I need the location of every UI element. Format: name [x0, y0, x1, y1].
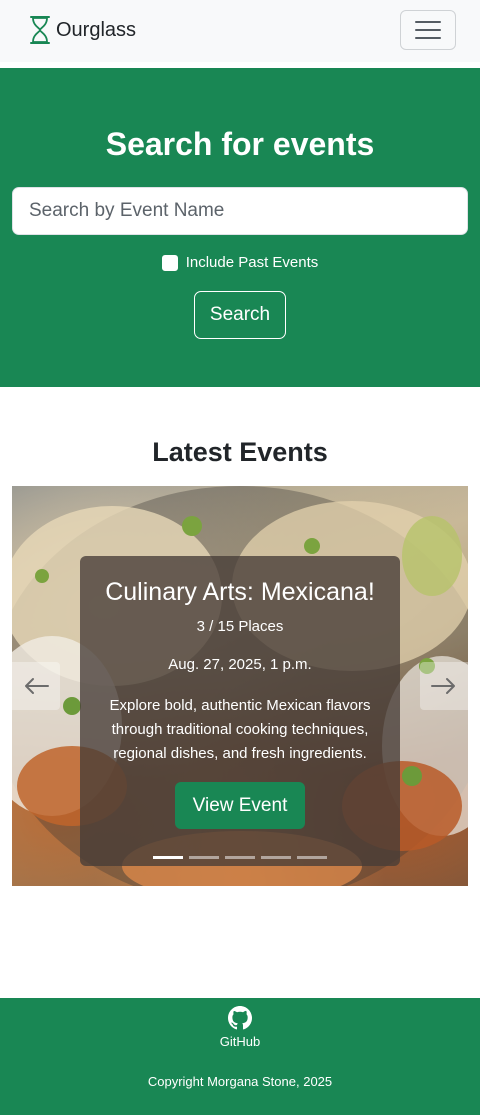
- event-description: Explore bold, authentic Mexican flavors …: [109, 697, 371, 762]
- footer: GitHub Copyright Morgana Stone, 2025: [0, 998, 480, 1115]
- navbar: Ourglass: [0, 0, 480, 62]
- events-carousel: Culinary Arts: Mexicana! 3 / 15 Places A…: [12, 486, 468, 886]
- carousel-prev-button[interactable]: [12, 662, 60, 710]
- hamburger-menu-icon: [415, 21, 441, 23]
- carousel-indicator-3[interactable]: [225, 856, 255, 859]
- github-icon: [228, 1006, 252, 1030]
- hero-title: Search for events: [105, 126, 375, 162]
- brand-link[interactable]: Ourglass: [28, 14, 136, 46]
- carousel-indicator-2[interactable]: [189, 856, 219, 859]
- event-title: Culinary Arts: Mexicana!: [105, 578, 375, 606]
- include-past-checkbox[interactable]: [161, 254, 178, 271]
- github-label: GitHub: [219, 1034, 261, 1049]
- hamburger-menu-icon-bar: [415, 29, 441, 31]
- hourglass-icon: [30, 16, 50, 44]
- arrow-left-icon: [25, 678, 49, 694]
- arrow-right-icon: [431, 678, 455, 694]
- carousel-indicator-1[interactable]: [153, 856, 183, 859]
- carousel-indicator-5[interactable]: [297, 856, 327, 859]
- event-caption: Culinary Arts: Mexicana! 3 / 15 Places A…: [80, 556, 400, 866]
- event-search-input[interactable]: [12, 187, 468, 235]
- view-event-button[interactable]: View Event: [175, 782, 305, 829]
- carousel-indicators: [153, 856, 333, 859]
- event-places: 3 / 15 Places: [196, 618, 284, 635]
- search-button[interactable]: Search: [194, 291, 286, 339]
- navbar-toggle-button[interactable]: [400, 10, 456, 50]
- event-date: Aug. 27, 2025, 1 p.m.: [168, 656, 312, 673]
- brand-name: Ourglass: [56, 19, 137, 41]
- github-link[interactable]: GitHub: [190, 1006, 290, 1049]
- search-hero: Search for events Include Past Events Se…: [0, 68, 480, 387]
- include-past-row: Include Past Events: [0, 254, 480, 271]
- copyright-text: Copyright Morgana Stone, 2025: [147, 1074, 333, 1089]
- hamburger-menu-icon-bar: [415, 37, 441, 39]
- carousel-next-button[interactable]: [420, 662, 468, 710]
- carousel-indicator-4[interactable]: [261, 856, 291, 859]
- latest-events-title: Latest Events: [152, 437, 328, 467]
- include-past-label[interactable]: Include Past Events: [186, 254, 319, 271]
